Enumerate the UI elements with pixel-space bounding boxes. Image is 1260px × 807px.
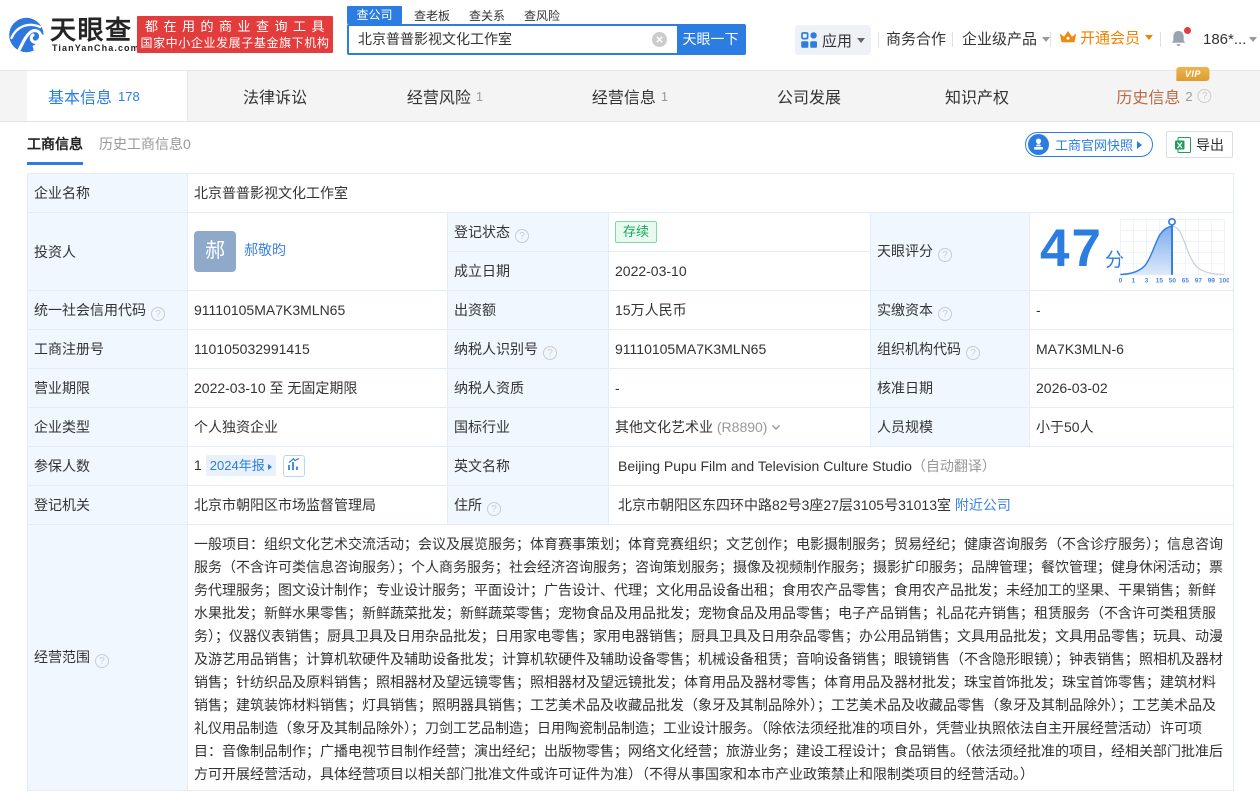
svg-text:65: 65 xyxy=(1182,278,1190,285)
svg-text:50: 50 xyxy=(1169,278,1177,285)
svg-text:3: 3 xyxy=(1145,278,1149,285)
svg-text:15: 15 xyxy=(1156,278,1164,285)
svg-text:97: 97 xyxy=(1195,278,1203,285)
svg-text:0: 0 xyxy=(1119,278,1123,285)
svg-text:99: 99 xyxy=(1208,278,1216,285)
svg-text:1: 1 xyxy=(1132,278,1136,285)
svg-text:100: 100 xyxy=(1219,278,1229,285)
